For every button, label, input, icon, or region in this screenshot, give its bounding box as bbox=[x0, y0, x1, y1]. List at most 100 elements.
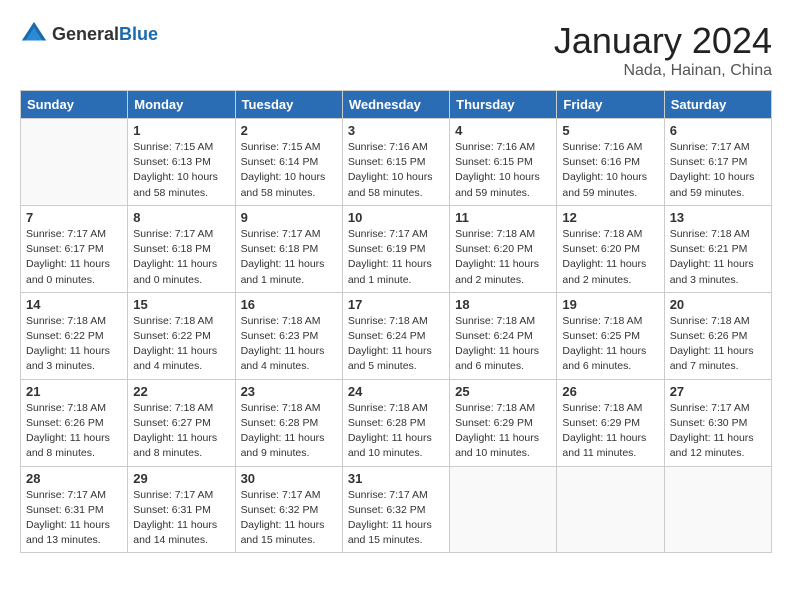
day-number: 13 bbox=[670, 210, 766, 225]
calendar-cell: 9 Sunrise: 7:17 AM Sunset: 6:18 PM Daylig… bbox=[235, 205, 342, 292]
calendar-cell: 13Sunrise: 7:18 AM Sunset: 6:21 PM Dayli… bbox=[664, 205, 771, 292]
day-info: Sunrise: 7:18 AM Sunset: 6:29 PM Dayligh… bbox=[455, 401, 551, 462]
day-info: Sunrise: 7:16 AM Sunset: 6:15 PM Dayligh… bbox=[348, 140, 444, 201]
calendar-cell: 27 Sunrise: 7:17 AM Sunset: 6:30 PM Dayli… bbox=[664, 379, 771, 466]
day-info: Sunrise: 7:18 AM Sunset: 6:24 PM Dayligh… bbox=[455, 314, 551, 375]
day-number: 11 bbox=[455, 210, 551, 225]
day-info: Sunrise: 7:18 AM Sunset: 6:20 PM Dayligh… bbox=[562, 227, 658, 288]
calendar-cell: 22Sunrise: 7:18 AM Sunset: 6:27 PM Dayli… bbox=[128, 379, 235, 466]
calendar-cell: 1 Sunrise: 7:15 AM Sunset: 6:13 PM Daylig… bbox=[128, 119, 235, 206]
weekday-header-saturday: Saturday bbox=[664, 91, 771, 119]
day-number: 31 bbox=[348, 471, 444, 486]
title-block: January 2024 Nada, Hainan, China bbox=[554, 20, 772, 80]
week-row-5: 28 Sunrise: 7:17 AM Sunset: 6:31 PM Dayli… bbox=[21, 466, 772, 553]
calendar-cell: 17 Sunrise: 7:18 AM Sunset: 6:24 PM Dayli… bbox=[342, 292, 449, 379]
calendar-cell: 20 Sunrise: 7:18 AM Sunset: 6:26 PM Dayli… bbox=[664, 292, 771, 379]
day-number: 27 bbox=[670, 384, 766, 399]
day-number: 12 bbox=[562, 210, 658, 225]
day-info: Sunrise: 7:17 AM Sunset: 6:32 PM Dayligh… bbox=[241, 488, 337, 549]
day-number: 1 bbox=[133, 123, 229, 138]
day-number: 25 bbox=[455, 384, 551, 399]
day-number: 23 bbox=[241, 384, 337, 399]
logo-icon bbox=[20, 20, 48, 48]
logo-general: General bbox=[52, 24, 119, 44]
logo-text: GeneralBlue bbox=[52, 24, 158, 45]
day-info: Sunrise: 7:15 AM Sunset: 6:13 PM Dayligh… bbox=[133, 140, 229, 201]
weekday-header-tuesday: Tuesday bbox=[235, 91, 342, 119]
day-info: Sunrise: 7:17 AM Sunset: 6:31 PM Dayligh… bbox=[133, 488, 229, 549]
page-header: GeneralBlue January 2024 Nada, Hainan, C… bbox=[20, 20, 772, 80]
calendar-cell: 24 Sunrise: 7:18 AM Sunset: 6:28 PM Dayli… bbox=[342, 379, 449, 466]
calendar-cell: 8 Sunrise: 7:17 AM Sunset: 6:18 PM Daylig… bbox=[128, 205, 235, 292]
day-info: Sunrise: 7:18 AM Sunset: 6:29 PM Dayligh… bbox=[562, 401, 658, 462]
day-info: Sunrise: 7:18 AM Sunset: 6:20 PM Dayligh… bbox=[455, 227, 551, 288]
week-row-4: 21 Sunrise: 7:18 AM Sunset: 6:26 PM Dayli… bbox=[21, 379, 772, 466]
day-info: Sunrise: 7:18 AM Sunset: 6:25 PM Dayligh… bbox=[562, 314, 658, 375]
calendar-cell: 28 Sunrise: 7:17 AM Sunset: 6:31 PM Dayli… bbox=[21, 466, 128, 553]
day-info: Sunrise: 7:17 AM Sunset: 6:17 PM Dayligh… bbox=[670, 140, 766, 201]
day-info: Sunrise: 7:18 AM Sunset: 6:26 PM Dayligh… bbox=[26, 401, 122, 462]
day-number: 30 bbox=[241, 471, 337, 486]
day-number: 21 bbox=[26, 384, 122, 399]
logo: GeneralBlue bbox=[20, 20, 158, 48]
logo-blue: Blue bbox=[119, 24, 158, 44]
week-row-2: 7 Sunrise: 7:17 AM Sunset: 6:17 PM Daylig… bbox=[21, 205, 772, 292]
calendar-cell: 10Sunrise: 7:17 AM Sunset: 6:19 PM Dayli… bbox=[342, 205, 449, 292]
calendar-cell: 7 Sunrise: 7:17 AM Sunset: 6:17 PM Daylig… bbox=[21, 205, 128, 292]
day-info: Sunrise: 7:17 AM Sunset: 6:17 PM Dayligh… bbox=[26, 227, 122, 288]
day-number: 8 bbox=[133, 210, 229, 225]
day-info: Sunrise: 7:16 AM Sunset: 6:15 PM Dayligh… bbox=[455, 140, 551, 201]
day-number: 29 bbox=[133, 471, 229, 486]
calendar-cell: 14Sunrise: 7:18 AM Sunset: 6:22 PM Dayli… bbox=[21, 292, 128, 379]
calendar-cell bbox=[21, 119, 128, 206]
day-number: 4 bbox=[455, 123, 551, 138]
day-number: 3 bbox=[348, 123, 444, 138]
weekday-header-sunday: Sunday bbox=[21, 91, 128, 119]
day-info: Sunrise: 7:18 AM Sunset: 6:22 PM Dayligh… bbox=[26, 314, 122, 375]
day-info: Sunrise: 7:17 AM Sunset: 6:30 PM Dayligh… bbox=[670, 401, 766, 462]
day-number: 19 bbox=[562, 297, 658, 312]
calendar-cell: 11 Sunrise: 7:18 AM Sunset: 6:20 PM Dayli… bbox=[450, 205, 557, 292]
day-number: 28 bbox=[26, 471, 122, 486]
week-row-1: 1 Sunrise: 7:15 AM Sunset: 6:13 PM Daylig… bbox=[21, 119, 772, 206]
day-number: 24 bbox=[348, 384, 444, 399]
day-info: Sunrise: 7:18 AM Sunset: 6:23 PM Dayligh… bbox=[241, 314, 337, 375]
calendar-body: 1 Sunrise: 7:15 AM Sunset: 6:13 PM Daylig… bbox=[21, 119, 772, 553]
day-number: 20 bbox=[670, 297, 766, 312]
day-number: 15 bbox=[133, 297, 229, 312]
calendar-cell bbox=[450, 466, 557, 553]
weekday-header-row: SundayMondayTuesdayWednesdayThursdayFrid… bbox=[21, 91, 772, 119]
week-row-3: 14Sunrise: 7:18 AM Sunset: 6:22 PM Dayli… bbox=[21, 292, 772, 379]
calendar-cell bbox=[664, 466, 771, 553]
calendar-cell: 4 Sunrise: 7:16 AM Sunset: 6:15 PM Daylig… bbox=[450, 119, 557, 206]
day-number: 9 bbox=[241, 210, 337, 225]
day-info: Sunrise: 7:16 AM Sunset: 6:16 PM Dayligh… bbox=[562, 140, 658, 201]
day-number: 6 bbox=[670, 123, 766, 138]
day-info: Sunrise: 7:18 AM Sunset: 6:28 PM Dayligh… bbox=[348, 401, 444, 462]
day-number: 10 bbox=[348, 210, 444, 225]
calendar-cell: 31Sunrise: 7:17 AM Sunset: 6:32 PM Dayli… bbox=[342, 466, 449, 553]
day-info: Sunrise: 7:17 AM Sunset: 6:31 PM Dayligh… bbox=[26, 488, 122, 549]
day-number: 5 bbox=[562, 123, 658, 138]
calendar-cell: 16Sunrise: 7:18 AM Sunset: 6:23 PM Dayli… bbox=[235, 292, 342, 379]
calendar-cell: 21 Sunrise: 7:18 AM Sunset: 6:26 PM Dayli… bbox=[21, 379, 128, 466]
weekday-header-monday: Monday bbox=[128, 91, 235, 119]
day-info: Sunrise: 7:18 AM Sunset: 6:27 PM Dayligh… bbox=[133, 401, 229, 462]
day-info: Sunrise: 7:18 AM Sunset: 6:24 PM Dayligh… bbox=[348, 314, 444, 375]
day-info: Sunrise: 7:17 AM Sunset: 6:18 PM Dayligh… bbox=[133, 227, 229, 288]
day-info: Sunrise: 7:18 AM Sunset: 6:22 PM Dayligh… bbox=[133, 314, 229, 375]
calendar-cell: 2Sunrise: 7:15 AM Sunset: 6:14 PM Daylig… bbox=[235, 119, 342, 206]
weekday-header-friday: Friday bbox=[557, 91, 664, 119]
calendar-cell: 30 Sunrise: 7:17 AM Sunset: 6:32 PM Dayli… bbox=[235, 466, 342, 553]
day-info: Sunrise: 7:17 AM Sunset: 6:18 PM Dayligh… bbox=[241, 227, 337, 288]
day-number: 7 bbox=[26, 210, 122, 225]
location-title: Nada, Hainan, China bbox=[554, 62, 772, 80]
day-info: Sunrise: 7:18 AM Sunset: 6:26 PM Dayligh… bbox=[670, 314, 766, 375]
calendar-cell: 6 Sunrise: 7:17 AM Sunset: 6:17 PM Daylig… bbox=[664, 119, 771, 206]
calendar-cell: 26Sunrise: 7:18 AM Sunset: 6:29 PM Dayli… bbox=[557, 379, 664, 466]
day-number: 17 bbox=[348, 297, 444, 312]
calendar-cell: 15 Sunrise: 7:18 AM Sunset: 6:22 PM Dayli… bbox=[128, 292, 235, 379]
calendar-cell: 18Sunrise: 7:18 AM Sunset: 6:24 PM Dayli… bbox=[450, 292, 557, 379]
calendar-cell: 12 Sunrise: 7:18 AM Sunset: 6:20 PM Dayli… bbox=[557, 205, 664, 292]
day-info: Sunrise: 7:18 AM Sunset: 6:28 PM Dayligh… bbox=[241, 401, 337, 462]
